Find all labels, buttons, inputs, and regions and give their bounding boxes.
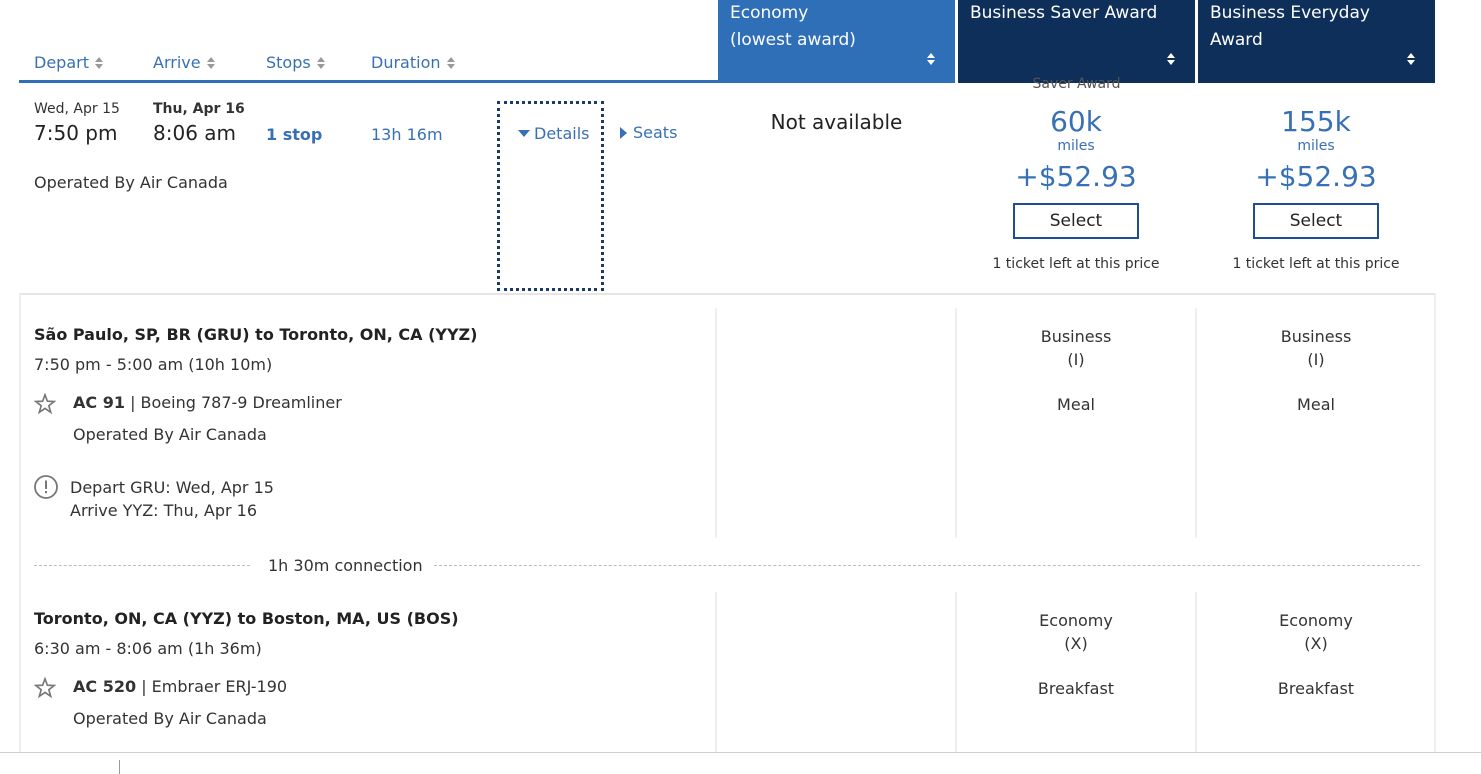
- depart-date: Wed, Apr 15: [34, 101, 120, 117]
- fare-header-business-saver-title: Business Saver Award: [970, 3, 1158, 23]
- arrive-time: 8:06 am: [153, 121, 237, 145]
- bottom-bar: [0, 752, 1481, 774]
- fare-header-business-everyday-title: Business Everyday Award: [1210, 3, 1370, 50]
- segment-flight: AC 520 | Embraer ERJ-190: [73, 677, 287, 696]
- sort-arrows-icon: [1167, 53, 1175, 65]
- connection-label: 1h 30m connection: [268, 556, 423, 575]
- details-button[interactable]: Details: [497, 101, 604, 291]
- saver-cabin: Economy (X) Breakfast: [956, 609, 1196, 700]
- economy-fare-status: Not available: [770, 110, 903, 134]
- cabin-name: Business: [1040, 327, 1112, 346]
- cabin-name: Business: [1280, 327, 1352, 346]
- everyday-miles: 155k: [1281, 105, 1351, 138]
- operated-by: Operated By Air Canada: [34, 173, 228, 192]
- sort-arrows-icon: [94, 56, 103, 69]
- saver-miles: 60k: [1050, 105, 1102, 138]
- alert-circle-icon: [34, 475, 58, 499]
- segment-flight: AC 91 | Boeing 787-9 Dreamliner: [73, 393, 342, 412]
- column-divider: [715, 308, 717, 538]
- everyday-cabin: Business (I) Meal: [1196, 325, 1436, 416]
- cabin-class: (X): [1064, 634, 1088, 653]
- caret-down-icon: [518, 130, 530, 137]
- notice-arrive: Arrive YYZ: Thu, Apr 16: [70, 501, 257, 520]
- cabin-class: (I): [1067, 350, 1085, 369]
- details-label: Details: [534, 124, 590, 143]
- bottom-bar-divider: [119, 760, 120, 774]
- sort-arrows-icon: [1407, 53, 1415, 65]
- star-alliance-icon: [34, 393, 56, 415]
- connection-line-right: [434, 565, 1420, 566]
- fare-header-economy-title: Economy: [730, 3, 809, 23]
- saver-miles-unit: miles: [1057, 138, 1095, 154]
- sort-arrows-icon: [927, 53, 935, 65]
- saver-select-button[interactable]: Select: [1013, 203, 1139, 239]
- star-alliance-icon: [34, 677, 56, 699]
- saver-price: +$52.93: [1015, 160, 1137, 193]
- fare-header-economy-subtitle: (lowest award): [730, 30, 856, 50]
- everyday-cabin: Economy (X) Breakfast: [1196, 609, 1436, 700]
- sort-arrows-icon: [316, 56, 325, 69]
- meal: Meal: [1057, 395, 1095, 414]
- connection-line-left: [34, 565, 250, 566]
- cabin-class: (I): [1307, 350, 1325, 369]
- aircraft: | Boeing 787-9 Dreamliner: [130, 393, 342, 412]
- seats-link[interactable]: Seats: [620, 123, 677, 142]
- segment-operated-by: Operated By Air Canada: [73, 709, 267, 728]
- sort-arrows-icon: [446, 56, 455, 69]
- sort-stops[interactable]: Stops: [266, 53, 325, 72]
- fare-header-economy[interactable]: Economy (lowest award): [718, 0, 955, 83]
- everyday-tickets-left: 1 ticket left at this price: [1232, 256, 1400, 272]
- segment-times: 7:50 pm - 5:00 am (10h 10m): [34, 355, 273, 374]
- fare-header-business-saver[interactable]: Business Saver Award: [958, 0, 1195, 83]
- sort-arrows-icon: [206, 56, 215, 69]
- seats-label: Seats: [633, 123, 678, 142]
- meal: Meal: [1297, 395, 1335, 414]
- everyday-select-button[interactable]: Select: [1253, 203, 1379, 239]
- details-toggle[interactable]: Details: [518, 124, 589, 143]
- aircraft: | Embraer ERJ-190: [141, 677, 288, 696]
- meal: Breakfast: [1277, 679, 1355, 698]
- stops-link[interactable]: 1 stop: [266, 125, 322, 144]
- depart-time: 7:50 pm: [34, 121, 118, 145]
- sort-stops-label: Stops: [266, 53, 311, 72]
- saver-tickets-left: 1 ticket left at this price: [992, 256, 1160, 272]
- sort-duration[interactable]: Duration: [371, 53, 455, 72]
- fare-header-business-everyday[interactable]: Business Everyday Award: [1198, 0, 1435, 83]
- sort-depart[interactable]: Depart: [34, 53, 103, 72]
- meal: Breakfast: [1037, 679, 1115, 698]
- cabin-name: Economy: [1279, 611, 1353, 630]
- segment-route: São Paulo, SP, BR (GRU) to Toronto, ON, …: [34, 325, 478, 344]
- saver-cabin: Business (I) Meal: [956, 325, 1196, 416]
- cabin-name: Economy: [1039, 611, 1113, 630]
- everyday-miles-unit: miles: [1297, 138, 1335, 154]
- arrive-date: Thu, Apr 16: [153, 101, 245, 117]
- sort-depart-label: Depart: [34, 53, 89, 72]
- column-divider: [715, 592, 717, 754]
- everyday-price: +$52.93: [1255, 160, 1377, 193]
- caret-right-icon: [620, 126, 627, 139]
- flight-number: AC 520: [73, 677, 137, 696]
- segment-route: Toronto, ON, CA (YYZ) to Boston, MA, US …: [34, 609, 459, 628]
- segment-operated-by: Operated By Air Canada: [73, 425, 267, 444]
- sort-duration-label: Duration: [371, 53, 441, 72]
- notice-depart: Depart GRU: Wed, Apr 15: [70, 478, 274, 497]
- saver-cut-label: Saver Award: [1032, 76, 1121, 88]
- duration-value: 13h 16m: [371, 125, 443, 144]
- sort-arrive-label: Arrive: [153, 53, 201, 72]
- header-underline: [19, 80, 719, 83]
- cabin-class: (X): [1304, 634, 1328, 653]
- segment-times: 6:30 am - 8:06 am (1h 36m): [34, 639, 262, 658]
- sort-arrive[interactable]: Arrive: [153, 53, 215, 72]
- flight-number: AC 91: [73, 393, 125, 412]
